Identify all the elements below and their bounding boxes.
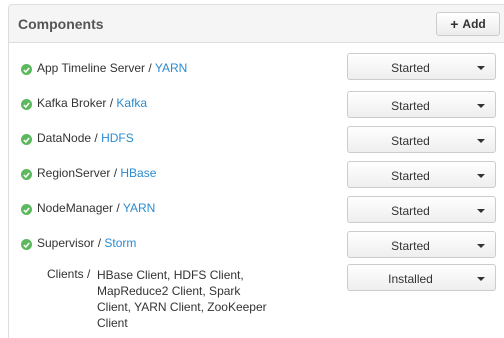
state-dropdown[interactable]: Started [347, 53, 496, 80]
state-dropdown[interactable]: Started [347, 91, 496, 118]
check-circle-icon [21, 64, 32, 75]
state-dropdown[interactable]: Started [347, 231, 496, 258]
component-name: RegionServer [37, 166, 111, 180]
state-label: Started [391, 204, 430, 218]
service-link[interactable]: YARN [155, 61, 187, 75]
caret-down-icon [477, 174, 485, 178]
check-circle-icon [21, 134, 32, 145]
component-row: App Timeline Server / YARN Started [9, 51, 504, 86]
caret-down-icon [477, 104, 485, 108]
component-row: NodeManager / YARN Started [9, 191, 504, 226]
clients-state-dropdown[interactable]: Installed [347, 264, 496, 291]
check-circle-icon [21, 169, 32, 180]
service-link[interactable]: Kafka [116, 96, 147, 110]
state-label: Started [391, 239, 430, 253]
plus-icon: + [450, 16, 459, 32]
clients-list: HBase Client, HDFS Client, MapReduce2 Cl… [97, 268, 267, 330]
state-label: Started [391, 61, 430, 75]
caret-down-icon [477, 66, 485, 70]
component-row: RegionServer / HBase Started [9, 156, 504, 191]
component-row: DataNode / HDFS Started [9, 121, 504, 156]
clients-row: Clients / HBase Client, HDFS Client, Map… [9, 261, 504, 338]
component-name: App Timeline Server [37, 61, 146, 75]
state-dropdown[interactable]: Started [347, 196, 496, 223]
component-name: NodeManager [37, 201, 114, 215]
service-link[interactable]: HBase [120, 166, 156, 180]
state-dropdown[interactable]: Started [347, 126, 496, 153]
state-label: Started [391, 99, 430, 113]
panel-title: Components [18, 16, 104, 32]
service-link[interactable]: HDFS [101, 131, 134, 145]
component-row: Kafka Broker / Kafka Started [9, 86, 504, 121]
component-row: Supervisor / Storm Started [9, 226, 504, 261]
component-name: Kafka Broker [37, 96, 107, 110]
panel-header: Components + Add [9, 5, 504, 43]
add-component-button[interactable]: + Add [436, 12, 500, 36]
clients-label: Clients / [47, 267, 91, 281]
check-circle-icon [21, 239, 32, 250]
service-link[interactable]: Storm [104, 236, 136, 250]
state-dropdown[interactable]: Started [347, 161, 496, 188]
service-link[interactable]: YARN [123, 201, 155, 215]
components-panel: Components + Add App Timeline Server / Y… [8, 4, 504, 338]
check-circle-icon [21, 204, 32, 215]
caret-down-icon [477, 244, 485, 248]
caret-down-icon [477, 139, 485, 143]
caret-down-icon [477, 277, 485, 281]
caret-down-icon [477, 209, 485, 213]
component-name: DataNode [37, 131, 92, 145]
add-button-label: Add [462, 17, 486, 31]
state-label: Installed [388, 272, 433, 286]
state-label: Started [391, 134, 430, 148]
state-label: Started [391, 169, 430, 183]
component-list: App Timeline Server / YARN Started Kafka… [9, 43, 504, 338]
check-circle-icon [21, 99, 32, 110]
component-name: Supervisor [37, 236, 95, 250]
